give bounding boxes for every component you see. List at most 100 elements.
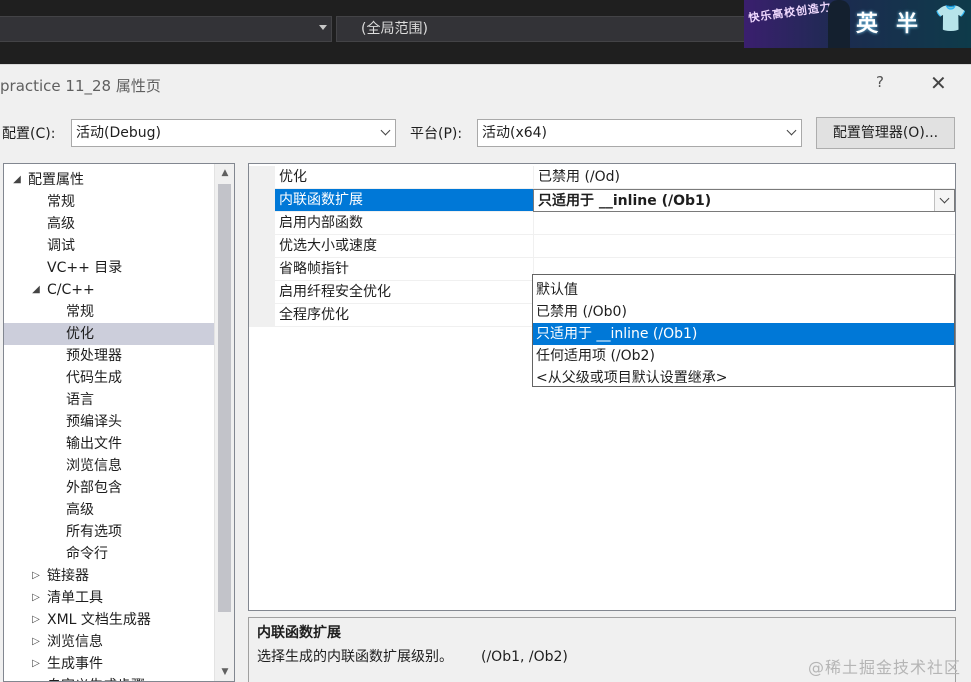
property-value-text: 已禁用 (/Od) — [538, 169, 620, 185]
tree-node-label: 调试 — [47, 238, 75, 254]
property-row[interactable]: 内联函数扩展 只适用于 __inline (/Ob1) — [249, 189, 955, 212]
tree-node[interactable]: VC++ 目录 — [4, 257, 214, 279]
config-select[interactable]: 活动(Debug) — [71, 119, 396, 147]
platform-select[interactable]: 活动(x64) — [477, 119, 802, 147]
expanded-toggle-icon[interactable]: ◢ — [10, 169, 24, 191]
editor-toolbar: (全局范围) 快乐高校创造力 英 半 👕 — [0, 0, 971, 64]
tree-node[interactable]: 高级 — [4, 499, 214, 521]
dropdown-option[interactable]: 已禁用 (/Ob0) — [533, 301, 954, 323]
platform-label: 平台(P): — [410, 126, 463, 142]
property-value[interactable] — [533, 235, 955, 258]
tree-node[interactable]: 常规 — [4, 191, 214, 213]
collapsed-toggle-icon[interactable]: ▷ — [29, 631, 43, 653]
property-name[interactable]: 启用纤程安全优化 — [275, 281, 533, 304]
tree-node[interactable]: ▷ 浏览信息 — [4, 631, 214, 653]
watermark: @稀土掘金技术社区 — [808, 658, 962, 677]
tree-node[interactable]: 代码生成 — [4, 367, 214, 389]
scope-dropdown[interactable]: (全局范围) — [336, 16, 746, 42]
tree-node[interactable]: 调试 — [4, 235, 214, 257]
description-title: 内联函数扩展 — [257, 625, 341, 641]
dialog-title: practice 11_28 属性页 — [0, 77, 161, 95]
property-value[interactable]: 已禁用 (/Od) — [533, 166, 955, 189]
tree-node-label: 常规 — [47, 194, 75, 210]
dropdown-option[interactable]: <从父级或项目默认设置继承> — [533, 367, 954, 389]
member-dropdown[interactable] — [0, 16, 332, 42]
tree-node-label: 代码生成 — [66, 370, 122, 386]
tree-node-label: 浏览信息 — [66, 458, 122, 474]
tree-node-label: 外部包含 — [66, 480, 122, 496]
tree-node[interactable]: 预编译头 — [4, 411, 214, 433]
property-value[interactable] — [533, 212, 955, 235]
property-value-text: 只适用于 __inline (/Ob1) — [538, 193, 712, 209]
collapsed-toggle-icon[interactable]: ▷ — [29, 653, 43, 675]
row-gutter — [249, 166, 275, 189]
property-name[interactable]: 省略帧指针 — [275, 258, 533, 281]
tree-node-label: XML 文档生成器 — [47, 612, 151, 628]
property-name[interactable]: 优化 — [275, 166, 533, 189]
tree-node[interactable]: ▷ 生成事件 — [4, 653, 214, 675]
tree-node[interactable]: 所有选项 — [4, 521, 214, 543]
close-button[interactable]: ✕ — [930, 71, 947, 95]
property-name[interactable]: 内联函数扩展 — [275, 189, 533, 212]
tree-node[interactable]: ▷ 链接器 — [4, 565, 214, 587]
property-name[interactable]: 优选大小或速度 — [275, 235, 533, 258]
dropdown-option[interactable]: 默认值 — [533, 279, 954, 301]
tree-scrollbar[interactable]: ▲ ▼ — [214, 164, 234, 681]
property-row[interactable]: 启用内部函数 — [249, 212, 955, 235]
config-manager-button[interactable]: 配置管理器(O)... — [816, 117, 955, 149]
banner-word-2: 半 — [896, 12, 919, 37]
row-gutter — [249, 189, 275, 212]
tree-node-label: 配置属性 — [28, 172, 84, 188]
help-button[interactable]: ? — [876, 73, 884, 91]
chevron-down-icon[interactable] — [934, 190, 954, 211]
inline-expansion-dropdown-list[interactable]: 默认值 已禁用 (/Ob0) 只适用于 __inline (/Ob1) 任何适用项 (… — [532, 274, 955, 387]
tree-node[interactable]: ◢ C/C++ — [4, 279, 214, 301]
tree-node[interactable]: 外部包含 — [4, 477, 214, 499]
tree-node[interactable]: ▷ 清单工具 — [4, 587, 214, 609]
tree-node-label: 输出文件 — [66, 436, 122, 452]
collapsed-toggle-icon[interactable]: ▷ — [29, 609, 43, 631]
dropdown-option[interactable]: 任何适用项 (/Ob2) — [533, 345, 954, 367]
banner-figure — [828, 0, 850, 48]
property-tree[interactable]: ◢ 配置属性 常规 高级 调试 VC++ 目录 ◢ C/C++ 常规 优化 预处理器 代码生成 语言 预编… — [3, 163, 235, 682]
collapsed-toggle-icon[interactable]: ▷ — [29, 587, 43, 609]
tree-node[interactable]: 命令行 — [4, 543, 214, 565]
promo-banner[interactable]: 快乐高校创造力 英 半 👕 — [744, 0, 971, 48]
tree-node-label: 生成事件 — [47, 656, 103, 672]
scroll-up-icon[interactable]: ▲ — [215, 164, 234, 182]
chevron-down-icon — [380, 125, 391, 136]
expanded-toggle-icon[interactable]: ◢ — [29, 279, 43, 301]
config-value: 活动(Debug) — [76, 125, 161, 141]
tree-node[interactable]: ▷ XML 文档生成器 — [4, 609, 214, 631]
tree-node[interactable]: ◢ 配置属性 — [4, 169, 214, 191]
tree-node-label: 清单工具 — [47, 590, 103, 606]
property-value[interactable]: 只适用于 __inline (/Ob1) — [533, 189, 955, 212]
tree-node[interactable]: 高级 — [4, 213, 214, 235]
tree-node[interactable]: 优化 — [4, 323, 214, 345]
tree-node-label: 命令行 — [66, 546, 108, 562]
property-name[interactable]: 全程序优化 — [275, 304, 533, 327]
platform-value: 活动(x64) — [482, 125, 548, 141]
property-row[interactable]: 优化 已禁用 (/Od) — [249, 166, 955, 189]
dropdown-arrow-icon — [319, 25, 327, 30]
banner-word-1: 英 — [856, 12, 879, 37]
tree-node[interactable]: 浏览信息 — [4, 455, 214, 477]
dropdown-option[interactable]: 只适用于 __inline (/Ob1) — [533, 323, 954, 345]
row-gutter — [249, 258, 275, 281]
scroll-down-icon[interactable]: ▼ — [215, 663, 234, 681]
tree-node-label: 预编译头 — [66, 414, 122, 430]
tree-node[interactable]: 输出文件 — [4, 433, 214, 455]
tree-node-label: 预处理器 — [66, 348, 122, 364]
property-row[interactable]: 优选大小或速度 — [249, 235, 955, 258]
tree-node[interactable]: 预处理器 — [4, 345, 214, 367]
property-name[interactable]: 启用内部函数 — [275, 212, 533, 235]
collapsed-toggle-icon[interactable]: ▷ — [29, 565, 43, 587]
tree-node[interactable]: 常规 — [4, 301, 214, 323]
tree-node-label: 链接器 — [47, 568, 89, 584]
tree-node[interactable]: 语言 — [4, 389, 214, 411]
scroll-thumb[interactable] — [218, 184, 231, 612]
tree-node-label: 高级 — [66, 502, 94, 518]
description-flags: (/Ob1, /Ob2) — [481, 649, 568, 665]
row-gutter — [249, 235, 275, 258]
tree-node-label: C/C++ — [47, 282, 95, 298]
